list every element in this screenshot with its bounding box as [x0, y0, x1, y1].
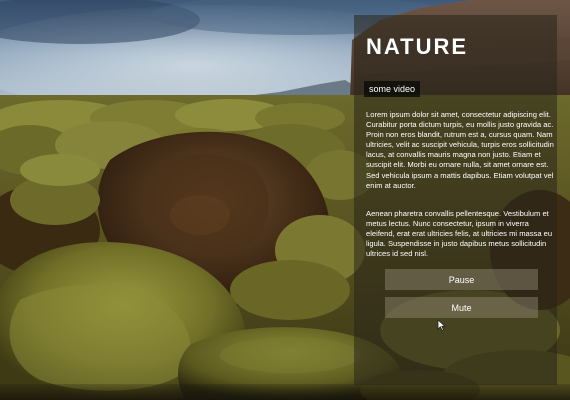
info-panel: NATURE some video Lorem ipsum dolor sit …: [354, 15, 557, 385]
mute-button[interactable]: Mute: [385, 297, 538, 318]
video-bottom-strip: [0, 384, 570, 400]
cursor-icon: [437, 319, 446, 332]
video-label: some video: [364, 81, 421, 97]
description-paragraph-1: Lorem ipsum dolor sit amet, consectetur …: [366, 110, 554, 190]
panel-title: NATURE: [366, 34, 469, 59]
description-paragraph-2: Aenean pharetra convallis pellentesque. …: [366, 209, 553, 259]
video-page: NATURE some video Lorem ipsum dolor sit …: [0, 0, 570, 400]
pause-button[interactable]: Pause: [385, 269, 538, 290]
